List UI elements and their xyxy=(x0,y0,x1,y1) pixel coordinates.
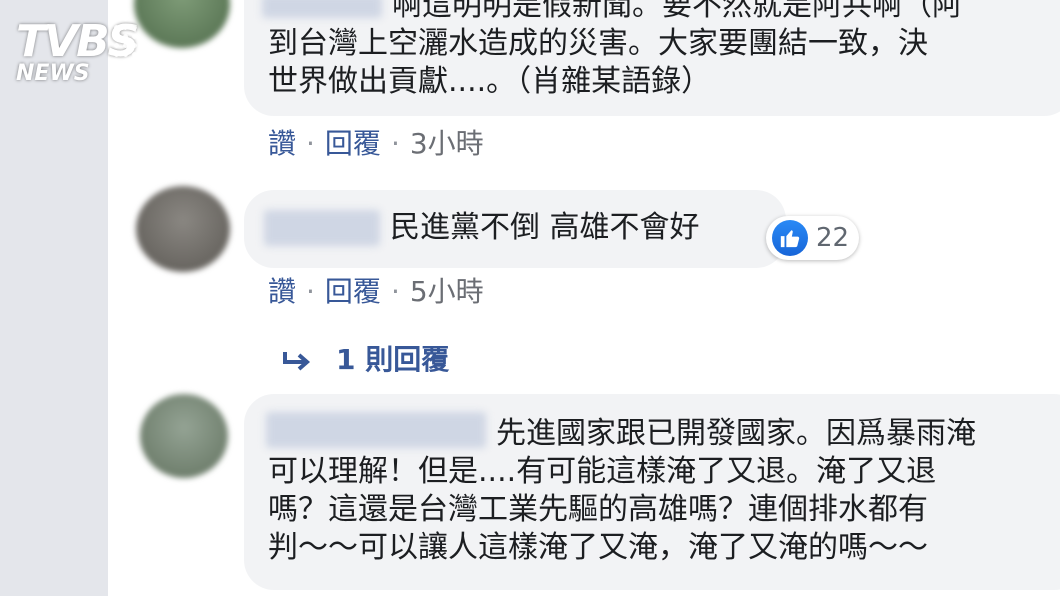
reply-arrow-icon xyxy=(283,352,311,371)
commenter-name[interactable] xyxy=(266,412,486,448)
comment-text-line: 判～～可以讓人這樣淹了又淹，淹了又淹的嗎～～ xyxy=(268,530,928,565)
like-link[interactable]: 讚 xyxy=(268,127,296,160)
comment-actions: 讚 · 回覆 · 5小時 xyxy=(268,270,484,310)
reaction-count: 22 xyxy=(816,223,850,253)
thumbs-up-icon xyxy=(772,220,808,256)
commenter-name[interactable] xyxy=(264,210,380,246)
reply-link[interactable]: 回覆 xyxy=(325,275,381,308)
avatar[interactable] xyxy=(140,394,228,478)
comment-actions: 讚 · 回覆 · 3小時 xyxy=(268,122,484,162)
avatar[interactable] xyxy=(136,186,230,272)
comment-text-line: 可以理解！但是....有可能這樣淹了又退。淹了又退 xyxy=(268,454,937,489)
separator-dot: · xyxy=(390,127,400,160)
comment-text-line: 啊這明明是假新聞。要不然就是阿共啊（阿 xyxy=(392,0,962,23)
commenter-name[interactable] xyxy=(262,0,382,18)
like-link[interactable]: 讚 xyxy=(268,275,296,308)
comment-text-line: 到台灣上空灑水造成的災害。大家要團結一致，決 xyxy=(268,26,928,61)
comment-text-line: 先進國家跟已開發國家。因爲暴雨淹 xyxy=(496,416,976,451)
comment-text-line: 民進黨不倒 高雄不會好 xyxy=(390,210,700,245)
timestamp[interactable]: 3小時 xyxy=(410,127,484,160)
separator-dot: · xyxy=(390,275,400,308)
reply-link[interactable]: 回覆 xyxy=(325,127,381,160)
comment-text-line: 嗎？這還是台灣工業先驅的高雄嗎？連個排水都有 xyxy=(268,492,928,527)
view-replies-link[interactable]: 1 則回覆 xyxy=(282,338,449,378)
comment-text-line: 世界做出貢獻....。（肖雜某語錄） xyxy=(268,64,712,99)
replies-count-label: 1 則回覆 xyxy=(336,343,450,376)
reaction-summary[interactable]: 22 xyxy=(766,216,860,260)
separator-dot: · xyxy=(306,127,315,160)
left-background xyxy=(0,0,108,596)
timestamp[interactable]: 5小時 xyxy=(410,275,484,308)
separator-dot: · xyxy=(306,275,315,308)
